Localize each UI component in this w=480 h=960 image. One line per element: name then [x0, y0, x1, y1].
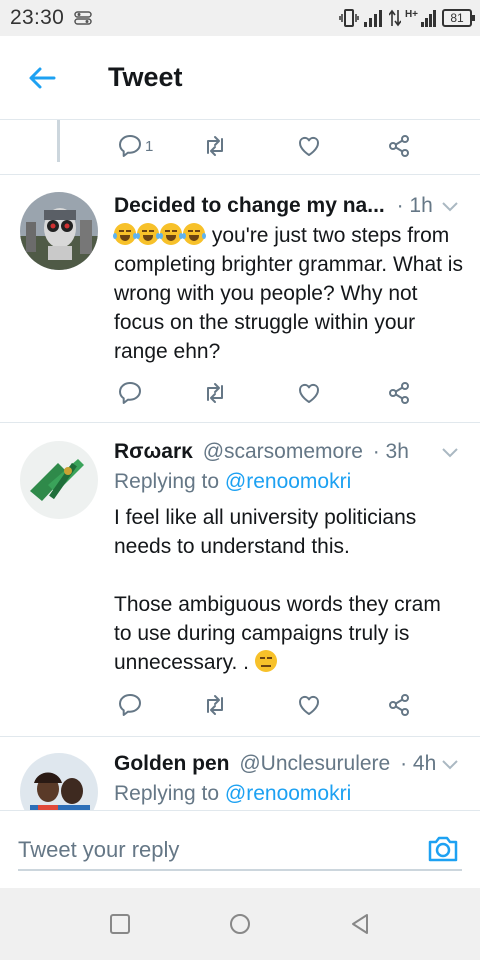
avatar[interactable] — [20, 753, 98, 810]
header: Tweet — [0, 36, 480, 120]
like-button[interactable] — [296, 689, 322, 721]
tweet-actions — [114, 689, 414, 721]
tweet-item[interactable]: Decided to change my na... · 1h you're j… — [0, 175, 480, 421]
replying-to: Replying to @renoomokri — [114, 467, 351, 497]
heart-icon — [299, 136, 319, 156]
heart-icon — [299, 695, 319, 715]
rolling-laughing-emoji — [159, 223, 183, 245]
replying-to: Replying to @renoomokri — [114, 779, 351, 809]
retweet-button[interactable] — [202, 689, 228, 721]
rolling-laughing-emoji — [182, 223, 206, 245]
system-nav-bar — [0, 888, 480, 960]
camera-icon[interactable] — [426, 832, 460, 866]
chevron-down-icon[interactable] — [440, 199, 460, 213]
thread-line — [57, 120, 60, 162]
recents-square-icon[interactable] — [108, 912, 132, 936]
rolling-laughing-emoji — [113, 223, 137, 245]
reply-icon — [119, 135, 141, 157]
retweet-icon — [207, 383, 223, 403]
heart-icon — [299, 383, 319, 403]
tweet-item[interactable]: Golden pen @Unclesurulere · 4h Replying … — [0, 737, 480, 810]
like-button[interactable] — [296, 130, 322, 162]
reply-button[interactable] — [117, 689, 143, 721]
unamused-face-emoji — [254, 650, 277, 672]
avatar-image — [20, 192, 98, 270]
user-handle[interactable]: @Unclesurulere — [239, 752, 390, 775]
user-name[interactable]: Golden pen — [114, 752, 230, 775]
tweet-actions — [114, 377, 414, 409]
reply-icon — [119, 694, 141, 716]
tweet-text: you're just two steps from completing br… — [113, 221, 464, 366]
rolling-laughing-emoji — [136, 223, 160, 245]
share-button[interactable] — [386, 130, 412, 162]
battery-icon: 81 — [442, 9, 475, 27]
tweet-body: you're just two steps from completing br… — [114, 224, 469, 363]
like-button[interactable] — [296, 377, 322, 409]
tweet-actions: 1 — [114, 130, 414, 162]
tweet-item[interactable]: Rσωarκ @scarsomemore · 3h Replying to @r… — [0, 423, 480, 735]
tweet-time: · 3h — [372, 440, 409, 463]
share-icon — [389, 135, 409, 157]
retweet-button[interactable] — [202, 130, 228, 162]
data-arrows-icon — [388, 9, 401, 27]
signal-icon — [363, 10, 382, 27]
vibrate-icon — [339, 9, 359, 27]
toggle-icon — [74, 11, 92, 25]
share-button[interactable] — [386, 689, 412, 721]
reply-count: 1 — [145, 137, 154, 155]
user-name[interactable]: Decided to change my na... — [114, 194, 385, 217]
user-handle[interactable]: @scarsomemore — [203, 440, 363, 463]
user-name[interactable]: Rσωarκ — [114, 440, 193, 463]
avatar[interactable] — [20, 192, 98, 270]
avatar-image — [20, 441, 98, 519]
chevron-down-icon[interactable] — [440, 757, 460, 771]
network-type-label: H+ — [404, 8, 418, 20]
tweet-header: Decided to change my na... · 1h — [114, 191, 462, 221]
retweet-icon — [207, 695, 223, 715]
replying-prefix: Replying to — [114, 470, 225, 493]
reply-button[interactable]: 1 — [117, 130, 153, 162]
reply-button[interactable] — [117, 377, 143, 409]
avatar-image — [20, 753, 98, 810]
tweet-header: Rσωarκ @scarsomemore · 3h — [114, 437, 462, 467]
retweet-icon — [207, 136, 223, 156]
retweet-button[interactable] — [202, 377, 228, 409]
share-icon — [389, 694, 409, 716]
share-icon — [389, 382, 409, 404]
compose-bar — [0, 810, 480, 888]
reply-icon — [119, 382, 141, 404]
back-triangle-icon[interactable] — [348, 912, 372, 936]
status-bar: 23:30 H+ 81 — [0, 0, 480, 36]
avatar[interactable] — [20, 441, 98, 519]
tweet-text: I feel like all university politicians n… — [114, 503, 464, 677]
mention-link[interactable]: @renoomokri — [225, 470, 351, 493]
home-circle-icon[interactable] — [228, 912, 252, 936]
tweet-time: · 4h — [400, 752, 437, 775]
tweet-time: · 1h — [396, 194, 433, 217]
status-icons: H+ 81 — [339, 6, 475, 30]
reply-input[interactable] — [18, 831, 462, 871]
tweet-body: I feel like all university politicians n… — [114, 506, 441, 674]
mention-link[interactable]: @renoomokri — [225, 782, 351, 805]
share-button[interactable] — [386, 377, 412, 409]
status-time: 23:30 — [10, 6, 65, 29]
tweet-header: Golden pen @Unclesurulere · 4h — [114, 749, 462, 779]
chevron-down-icon[interactable] — [440, 445, 460, 459]
replying-prefix: Replying to — [114, 782, 225, 805]
signal-icon-2 — [421, 10, 436, 27]
arrow-left-icon[interactable] — [26, 62, 58, 94]
page-title: Tweet — [108, 62, 183, 92]
